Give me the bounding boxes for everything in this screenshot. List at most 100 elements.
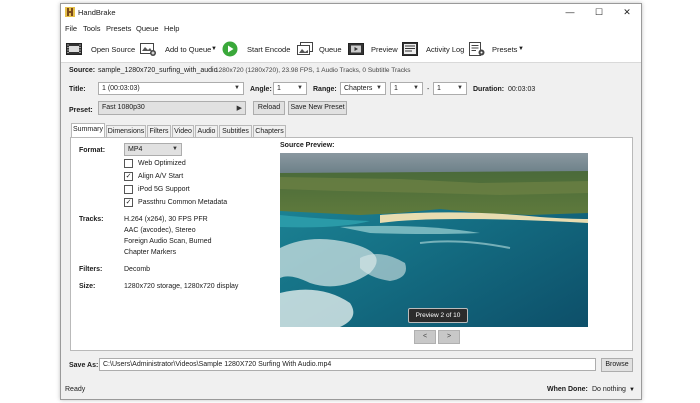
source-preview-image: Preview 2 of 10 [280, 153, 588, 327]
ipod-5g-support-checkbox[interactable] [124, 185, 133, 194]
start-encode-button[interactable]: Start Encode [247, 45, 290, 54]
menu-tools[interactable]: Tools [83, 24, 101, 33]
range-to-value: 1 [437, 85, 441, 92]
duration-label: Duration: [473, 86, 505, 93]
status-bar: Ready When Done: Do nothing ▼ [61, 381, 641, 399]
web-optimized-checkbox[interactable] [124, 159, 133, 168]
range-dash: - [427, 86, 430, 93]
preview-next-button[interactable]: > [438, 330, 460, 344]
ipod-5g-support-label: iPod 5G Support [138, 186, 190, 193]
title-label: Title: [69, 86, 86, 93]
chevron-down-icon: ▼ [234, 85, 240, 91]
reload-button[interactable]: Reload [253, 101, 285, 115]
surf-preview-picture [280, 153, 588, 327]
range-label: Range: [313, 86, 337, 93]
filters-value: Decomb [124, 266, 151, 273]
menu-file[interactable]: File [65, 24, 77, 33]
preview-prev-button[interactable]: < [414, 330, 436, 344]
presets-icon [469, 42, 485, 56]
window-title: HandBrake [78, 8, 116, 17]
save-new-preset-button[interactable]: Save New Preset [288, 101, 347, 115]
align-av-start-label: Align A/V Start [138, 173, 184, 180]
preset-label: Preset: [69, 107, 93, 114]
menu-bar: File Tools Presets Queue Help [61, 21, 641, 36]
maximize-button[interactable]: ☐ [585, 4, 613, 21]
format-select[interactable]: MP4 ▼ [124, 143, 182, 156]
menu-presets[interactable]: Presets [106, 24, 131, 33]
filters-label: Filters: [79, 266, 103, 273]
range-to-select[interactable]: 1 ▼ [433, 82, 467, 95]
presets-dropdown-icon[interactable]: ▼ [518, 46, 524, 52]
start-encode-icon [222, 41, 238, 57]
chevron-down-icon: ▼ [457, 85, 463, 91]
minimize-button[interactable]: — [556, 4, 584, 21]
track-item: AAC (avcodec), Stereo [124, 227, 196, 234]
web-optimized-label: Web Optimized [138, 160, 186, 167]
save-as-label: Save As: [69, 362, 99, 369]
tab-subtitles[interactable]: Subtitles [219, 125, 252, 137]
title-select[interactable]: 1 (00:03:03) ▼ [98, 82, 244, 95]
track-item: H.264 (x264), 30 FPS PFR [124, 216, 208, 223]
format-value: MP4 [128, 146, 143, 153]
add-to-queue-button[interactable]: Add to Queue [165, 45, 211, 54]
source-label: Source: [69, 67, 96, 74]
toolbar: Open Source Add to Queue ▼ Start Encode … [61, 36, 641, 63]
preset-select[interactable]: Fast 1080p30 ▶ [98, 101, 246, 115]
menu-queue[interactable]: Queue [136, 24, 159, 33]
angle-label: Angle: [250, 86, 272, 93]
handbrake-window: HandBrake — ☐ ✕ File Tools Presets Queue… [60, 3, 642, 400]
size-label: Size: [79, 283, 96, 290]
range-type-value: Chapters [344, 85, 373, 92]
queue-button[interactable]: Queue [319, 45, 342, 54]
tab-filters[interactable]: Filters [147, 125, 171, 137]
range-type-select[interactable]: Chapters ▼ [340, 82, 386, 95]
chevron-down-icon: ▼ [297, 85, 303, 91]
source-preview-label: Source Preview: [280, 142, 335, 149]
preview-button[interactable]: Preview [371, 45, 398, 54]
chevron-down-icon[interactable]: ▼ [629, 387, 635, 393]
preset-value: Fast 1080p30 [102, 104, 145, 111]
tab-summary[interactable]: Summary [71, 123, 105, 138]
browse-button[interactable]: Browse [601, 358, 633, 372]
chevron-down-icon: ▼ [376, 85, 382, 91]
source-info: 1280x720 (1280x720), 23.98 FPS, 1 Audio … [215, 67, 411, 74]
open-source-button[interactable]: Open Source [91, 45, 135, 54]
tab-video[interactable]: Video [172, 125, 194, 137]
range-from-select[interactable]: 1 ▼ [390, 82, 423, 95]
range-from-value: 1 [394, 85, 398, 92]
film-icon [66, 43, 82, 55]
passthru-metadata-label: Passthru Common Metadata [138, 199, 228, 206]
align-av-start-checkbox[interactable]: ✓ [124, 172, 133, 181]
title-select-value: 1 (00:03:03) [102, 85, 140, 92]
add-to-queue-icon [140, 43, 156, 56]
status-text: Ready [65, 386, 86, 393]
close-button[interactable]: ✕ [613, 4, 641, 21]
chevron-down-icon: ▼ [413, 85, 419, 91]
track-item: Chapter Markers [124, 249, 177, 256]
track-item: Foreign Audio Scan, Burned [124, 238, 212, 245]
angle-select-value: 1 [277, 85, 281, 92]
source-name: sample_1280x720_surfing_with_audio [98, 67, 218, 74]
tracks-label: Tracks: [79, 216, 104, 223]
preview-counter-badge: Preview 2 of 10 [408, 308, 468, 323]
tab-chapters[interactable]: Chapters [253, 125, 286, 137]
chevron-right-icon: ▶ [236, 105, 242, 112]
presets-button[interactable]: Presets [492, 45, 517, 54]
tab-dimensions[interactable]: Dimensions [106, 125, 146, 137]
size-value: 1280x720 storage, 1280x720 display [124, 283, 239, 290]
angle-select[interactable]: 1 ▼ [273, 82, 307, 95]
format-label: Format: [79, 147, 106, 154]
when-done-label: When Done: [547, 386, 588, 393]
menu-help[interactable]: Help [164, 24, 179, 33]
preview-icon [348, 43, 364, 55]
add-to-queue-dropdown-icon[interactable]: ▼ [211, 46, 217, 52]
handbrake-app-icon [65, 7, 75, 17]
activity-log-button[interactable]: Activity Log [426, 45, 464, 54]
duration-value: 00:03:03 [508, 86, 536, 93]
save-as-path-field[interactable]: C:\Users\Administrator\Videos\Sample 128… [99, 358, 596, 371]
tab-audio[interactable]: Audio [195, 125, 218, 137]
summary-panel: Format: MP4 ▼ Web Optimized ✓ Align A/V … [70, 137, 633, 351]
when-done-select[interactable]: Do nothing [592, 386, 626, 393]
queue-icon [297, 42, 313, 55]
passthru-metadata-checkbox[interactable]: ✓ [124, 198, 133, 207]
